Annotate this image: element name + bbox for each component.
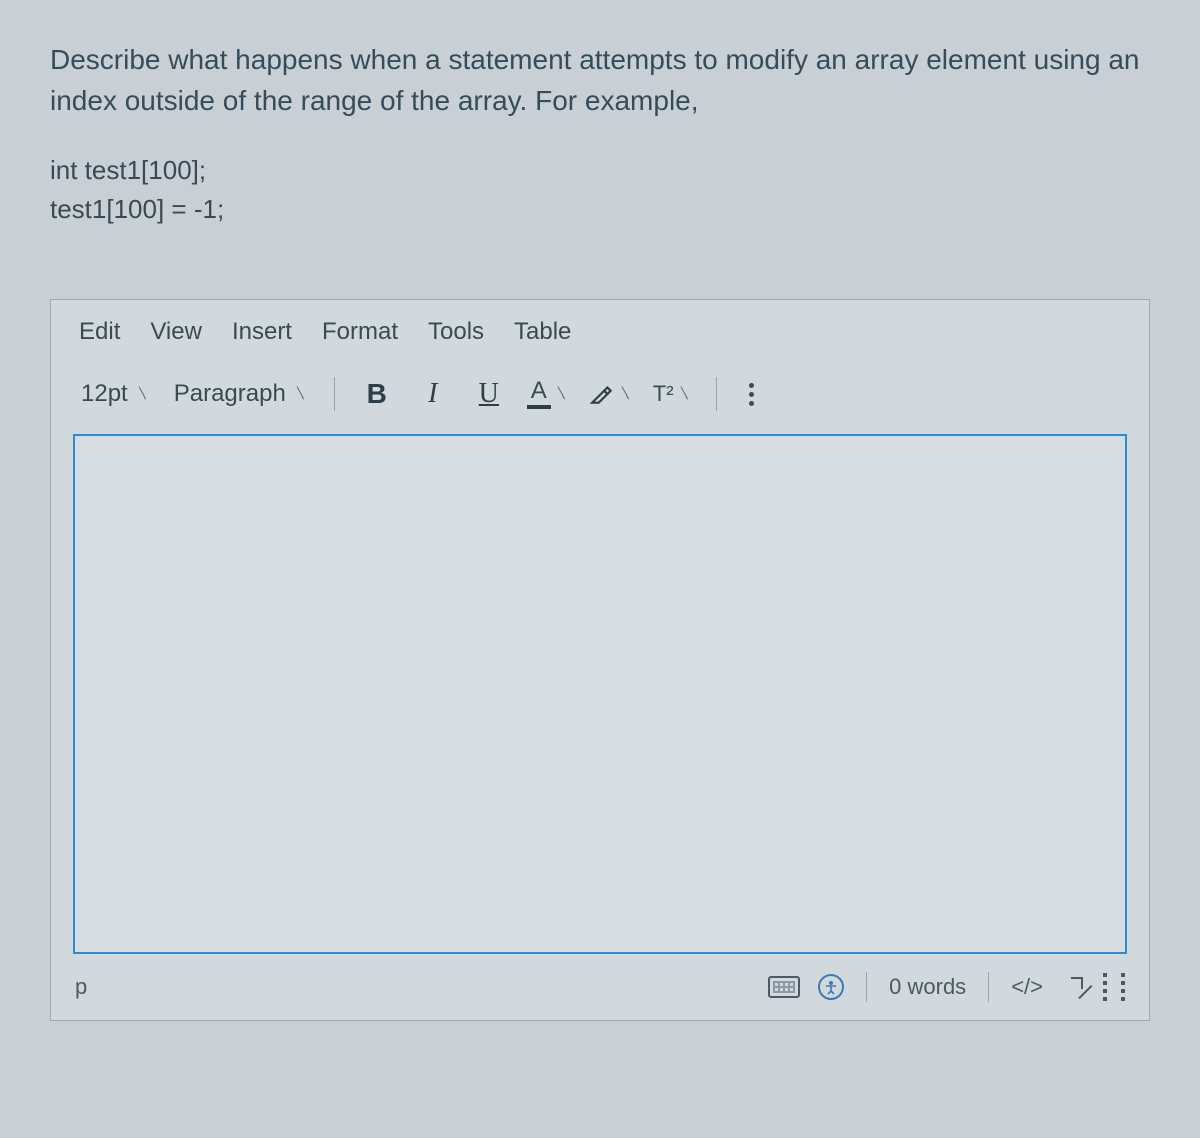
code-line-1: int test1[100]; (50, 151, 1150, 190)
menu-edit[interactable]: Edit (79, 318, 120, 346)
expand-icon (1061, 975, 1085, 999)
more-options-button[interactable] (737, 374, 767, 414)
italic-button[interactable]: I (411, 374, 455, 414)
chevron-down-icon: 〵 (619, 384, 633, 404)
answer-textarea[interactable] (73, 434, 1127, 954)
word-count: 0 words (889, 974, 966, 1000)
chevron-down-icon: 〵 (294, 384, 308, 404)
bold-button[interactable]: B (355, 374, 399, 414)
menu-tools[interactable]: Tools (428, 318, 484, 346)
kebab-icon (749, 392, 754, 397)
editor-statusbar: p 0 words </> (51, 954, 1149, 1020)
block-format-label: Paragraph (174, 380, 286, 408)
status-separator (988, 972, 989, 1002)
fullscreen-button[interactable] (1061, 975, 1085, 999)
status-separator (866, 972, 867, 1002)
editor-toolbar: 12pt 〵 Paragraph 〵 B I U A 〵 〵 (51, 360, 1149, 434)
font-size-select[interactable]: 12pt 〵 (75, 376, 156, 412)
editor-menubar: Edit View Insert Format Tools Table (51, 300, 1149, 360)
chevron-down-icon: 〵 (555, 384, 569, 404)
underline-button[interactable]: U (467, 374, 511, 414)
menu-table[interactable]: Table (514, 318, 571, 346)
html-view-button[interactable]: </> (1011, 974, 1043, 1000)
menu-format[interactable]: Format (322, 318, 398, 346)
keyboard-icon (768, 976, 800, 998)
chevron-down-icon: 〵 (678, 384, 692, 404)
text-color-icon: A (527, 379, 551, 409)
rich-text-editor: Edit View Insert Format Tools Table 12pt… (50, 299, 1150, 1021)
menu-view[interactable]: View (150, 318, 202, 346)
kebab-icon (749, 383, 754, 388)
menu-insert[interactable]: Insert (232, 318, 292, 346)
block-format-select[interactable]: Paragraph 〵 (168, 376, 314, 412)
font-size-label: 12pt (81, 380, 128, 408)
highlight-color-button[interactable]: 〵 (585, 381, 637, 407)
superscript-icon: T² (653, 381, 674, 407)
accessibility-button[interactable] (818, 974, 844, 1000)
highlighter-icon (589, 381, 615, 407)
accessibility-icon (818, 974, 844, 1000)
superscript-button[interactable]: T² 〵 (649, 381, 696, 407)
chevron-down-icon: 〵 (136, 384, 150, 404)
keyboard-button[interactable] (768, 976, 800, 998)
resize-handle[interactable] (1103, 973, 1125, 1001)
toolbar-separator (334, 377, 335, 411)
code-example: int test1[100]; test1[100] = -1; (50, 151, 1150, 229)
toolbar-separator (716, 377, 717, 411)
question-prompt: Describe what happens when a statement a… (50, 40, 1150, 121)
kebab-icon (749, 401, 754, 406)
text-color-button[interactable]: A 〵 (523, 379, 573, 409)
element-path[interactable]: p (75, 974, 87, 999)
code-line-2: test1[100] = -1; (50, 190, 1150, 229)
